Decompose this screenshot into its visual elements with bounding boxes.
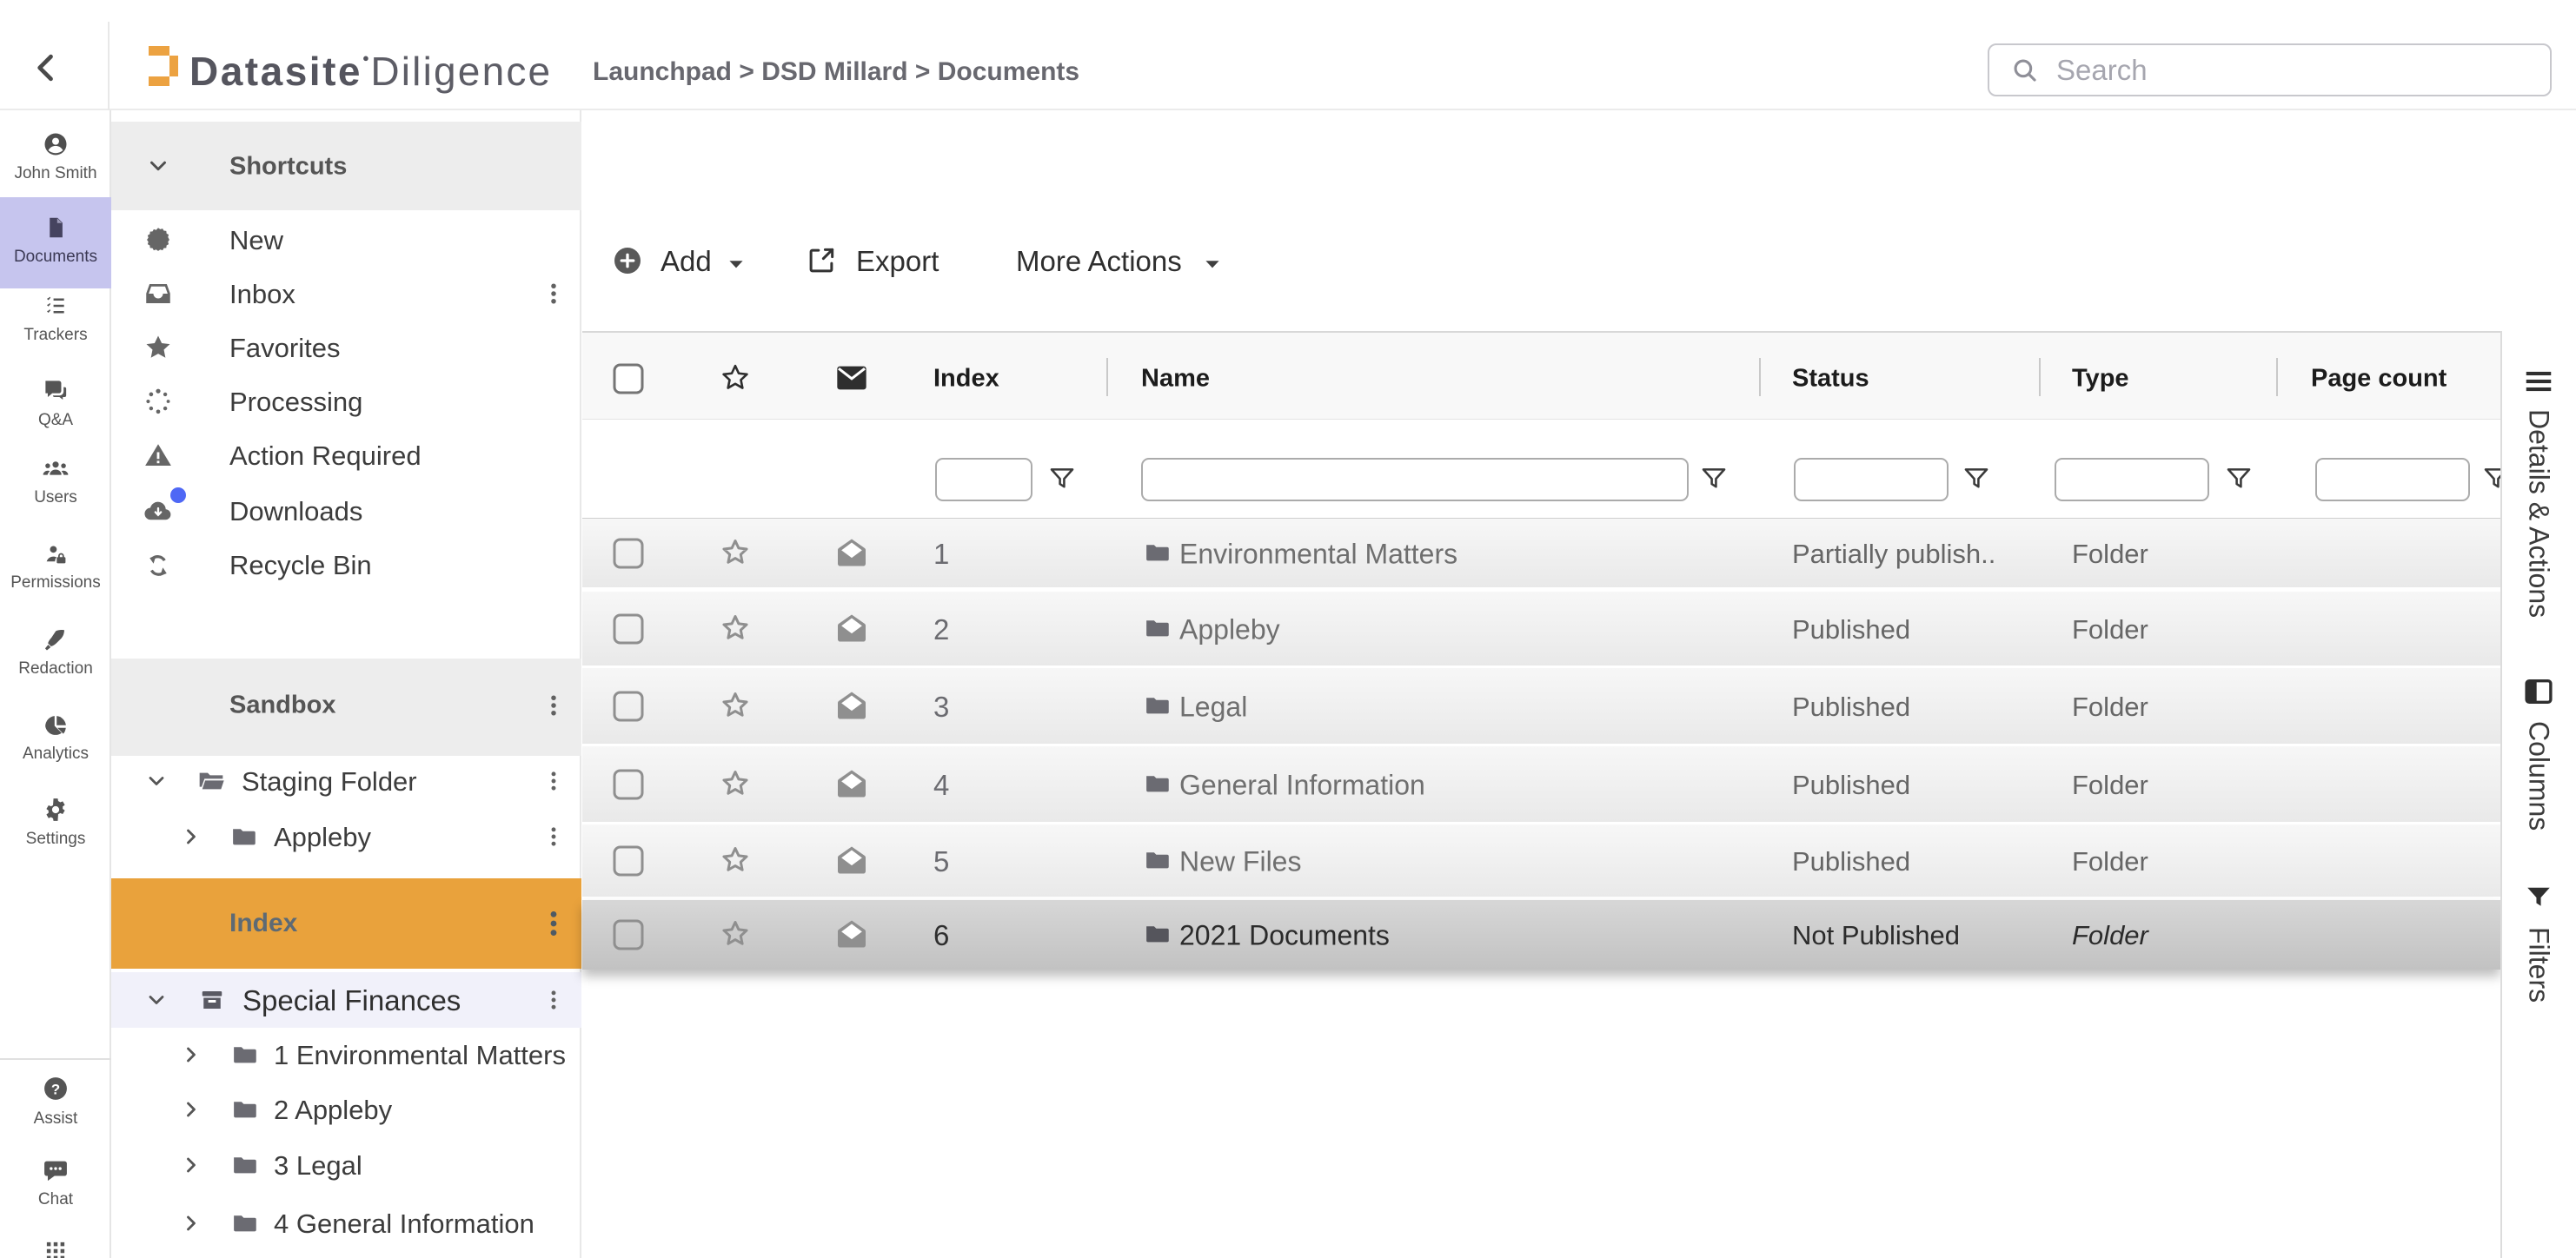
svg-text:?: ?: [51, 1081, 60, 1097]
